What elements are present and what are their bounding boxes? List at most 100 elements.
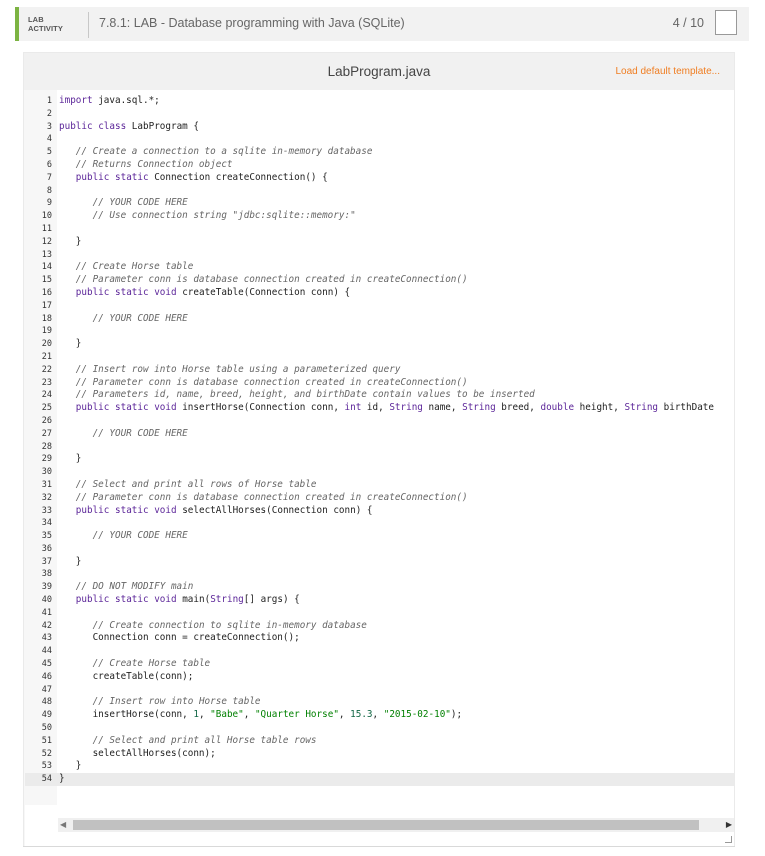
code-text: // Parameter conn is database connection… — [75, 376, 468, 388]
code-line[interactable]: 44 — [25, 645, 734, 658]
code-line[interactable]: 45 // Create Horse table — [25, 658, 734, 671]
code-line[interactable]: 14 // Create Horse table — [25, 261, 734, 274]
code-line[interactable]: 49 insertHorse(conn, 1, "Babe", "Quarter… — [25, 709, 734, 722]
code-line[interactable]: 30 — [25, 466, 734, 479]
progress-count: 4 / 10 — [672, 16, 704, 30]
code-line[interactable]: 20 } — [25, 338, 734, 351]
code-editor[interactable]: 1 import java.sql.*; 2 3 public class LabPro… — [25, 90, 734, 846]
code-line[interactable]: 25 public static void insertHorse(Connec… — [25, 402, 734, 415]
line-number: 33 — [41, 505, 52, 516]
code-line[interactable]: 17 — [25, 300, 734, 313]
code-text: // Returns Connection object — [75, 158, 233, 170]
code-line[interactable]: 47 — [25, 684, 734, 697]
code-line[interactable]: 34 — [25, 517, 734, 530]
code-line[interactable]: 42 // Create connection to sqlite in-mem… — [25, 620, 734, 633]
code-line[interactable]: 36 — [25, 543, 734, 556]
code-line[interactable]: 5 // Create a connection to a sqlite in-… — [25, 146, 734, 159]
code-line[interactable]: 10 // Use connection string "jdbc:sqlite… — [25, 210, 734, 223]
code-text: // YOUR CODE HERE — [92, 197, 188, 209]
code-line[interactable]: 28 — [25, 441, 734, 454]
line-number: 16 — [41, 287, 52, 298]
code-text: // DO NOT MODIFY main — [75, 581, 194, 593]
line-number: 18 — [41, 313, 52, 324]
code-line[interactable]: 4 — [25, 133, 734, 146]
code-line[interactable]: 37 } — [25, 556, 734, 569]
code-text: // YOUR CODE HERE — [92, 312, 188, 324]
code-line[interactable]: 22 // Insert row into Horse table using … — [25, 364, 734, 377]
code-line[interactable]: 50 — [25, 722, 734, 735]
line-number: 36 — [41, 543, 52, 554]
code-line[interactable]: 46 createTable(conn); — [25, 671, 734, 684]
code-line[interactable]: 33 public static void selectAllHorses(Co… — [25, 505, 734, 518]
code-text: selectAllHorses(conn); — [59, 747, 216, 759]
code-line[interactable]: 2 — [25, 108, 734, 121]
code-line[interactable]: 38 — [25, 568, 734, 581]
code-text: createTable(conn); — [59, 670, 194, 682]
resize-grip-icon[interactable] — [725, 836, 732, 843]
code-line[interactable]: 3 public class LabProgram { — [25, 121, 734, 134]
line-number: 13 — [41, 249, 52, 260]
line-number: 46 — [41, 671, 52, 682]
code-line[interactable]: 41 — [25, 607, 734, 620]
line-number: 25 — [41, 403, 52, 414]
code-line[interactable]: 21 — [25, 351, 734, 364]
code-line[interactable]: 1 import java.sql.*; — [25, 95, 734, 108]
code-line[interactable]: 8 — [25, 185, 734, 198]
editor-panel: LabProgram.java Load default template...… — [23, 52, 735, 847]
code-line[interactable]: 43 Connection conn = createConnection(); — [25, 632, 734, 645]
badge-line-activity: ACTIVITY — [28, 24, 63, 33]
code-line[interactable]: 23 // Parameter conn is database connect… — [25, 377, 734, 390]
line-number: 24 — [41, 390, 52, 401]
panel-bottom-border — [23, 846, 735, 847]
code-line[interactable]: 27 // YOUR CODE HERE — [25, 428, 734, 441]
line-number: 52 — [41, 748, 52, 759]
code-line[interactable]: 51 // Select and print all Horse table r… — [25, 735, 734, 748]
line-number: 11 — [41, 223, 52, 234]
lab-activity-badge: LAB ACTIVITY — [28, 15, 80, 33]
code-line[interactable]: 11 — [25, 223, 734, 236]
code-line[interactable]: 16 public static void createTable(Connec… — [25, 287, 734, 300]
line-number: 30 — [41, 467, 52, 478]
code-text: // Create connection to sqlite in-memory… — [92, 619, 367, 631]
code-line[interactable]: 35 // YOUR CODE HERE — [25, 530, 734, 543]
line-number: 44 — [41, 646, 52, 657]
code-line[interactable]: 19 — [25, 325, 734, 338]
code-line[interactable]: 26 — [25, 415, 734, 428]
code-text: // YOUR CODE HERE — [92, 530, 188, 542]
lab-title: 7.8.1: LAB - Database programming with J… — [99, 16, 405, 30]
scroll-right-arrow-icon[interactable]: ▶ — [726, 820, 732, 829]
code-line[interactable]: 48 // Insert row into Horse table — [25, 696, 734, 709]
code-line[interactable]: 31 // Select and print all rows of Horse… — [25, 479, 734, 492]
code-line[interactable]: 32 // Parameter conn is database connect… — [25, 492, 734, 505]
code-text: // Parameters id, name, breed, height, a… — [75, 389, 535, 401]
code-text: // Use connection string "jdbc:sqlite::m… — [92, 210, 356, 222]
code-line[interactable]: 9 // YOUR CODE HERE — [25, 197, 734, 210]
line-number: 20 — [41, 339, 52, 350]
code-line[interactable]: 29 } — [25, 453, 734, 466]
code-text: // Insert row into Horse table — [92, 696, 261, 708]
code-line[interactable]: 13 — [25, 249, 734, 262]
scroll-left-arrow-icon[interactable]: ◀ — [60, 820, 66, 829]
code-line[interactable]: 52 selectAllHorses(conn); — [25, 748, 734, 761]
horizontal-scrollbar[interactable]: ◀ ▶ — [58, 818, 734, 832]
code-line[interactable]: 7 public static Connection createConnect… — [25, 172, 734, 185]
code-line[interactable]: 54} — [25, 773, 734, 787]
load-default-template-link[interactable]: Load default template... — [615, 66, 720, 77]
code-text: public class LabProgram { — [59, 120, 199, 132]
line-number: 23 — [41, 377, 52, 388]
scrollbar-thumb[interactable] — [73, 820, 699, 830]
code-line[interactable]: 6 // Returns Connection object — [25, 159, 734, 172]
code-text: public static void createTable(Connectio… — [75, 286, 351, 298]
code-line[interactable]: 18 // YOUR CODE HERE — [25, 313, 734, 326]
code-line[interactable]: 53 } — [25, 760, 734, 773]
code-line[interactable]: 40 public static void main(String[] args… — [25, 594, 734, 607]
line-number: 40 — [41, 595, 52, 606]
code-line[interactable]: 12 } — [25, 236, 734, 249]
line-number: 34 — [41, 518, 52, 529]
code-text: // Create a connection to a sqlite in-me… — [75, 146, 373, 158]
line-number: 8 — [46, 185, 52, 196]
code-line[interactable]: 39 // DO NOT MODIFY main — [25, 581, 734, 594]
line-number: 32 — [41, 492, 52, 503]
code-line[interactable]: 24 // Parameters id, name, breed, height… — [25, 389, 734, 402]
code-line[interactable]: 15 // Parameter conn is database connect… — [25, 274, 734, 287]
